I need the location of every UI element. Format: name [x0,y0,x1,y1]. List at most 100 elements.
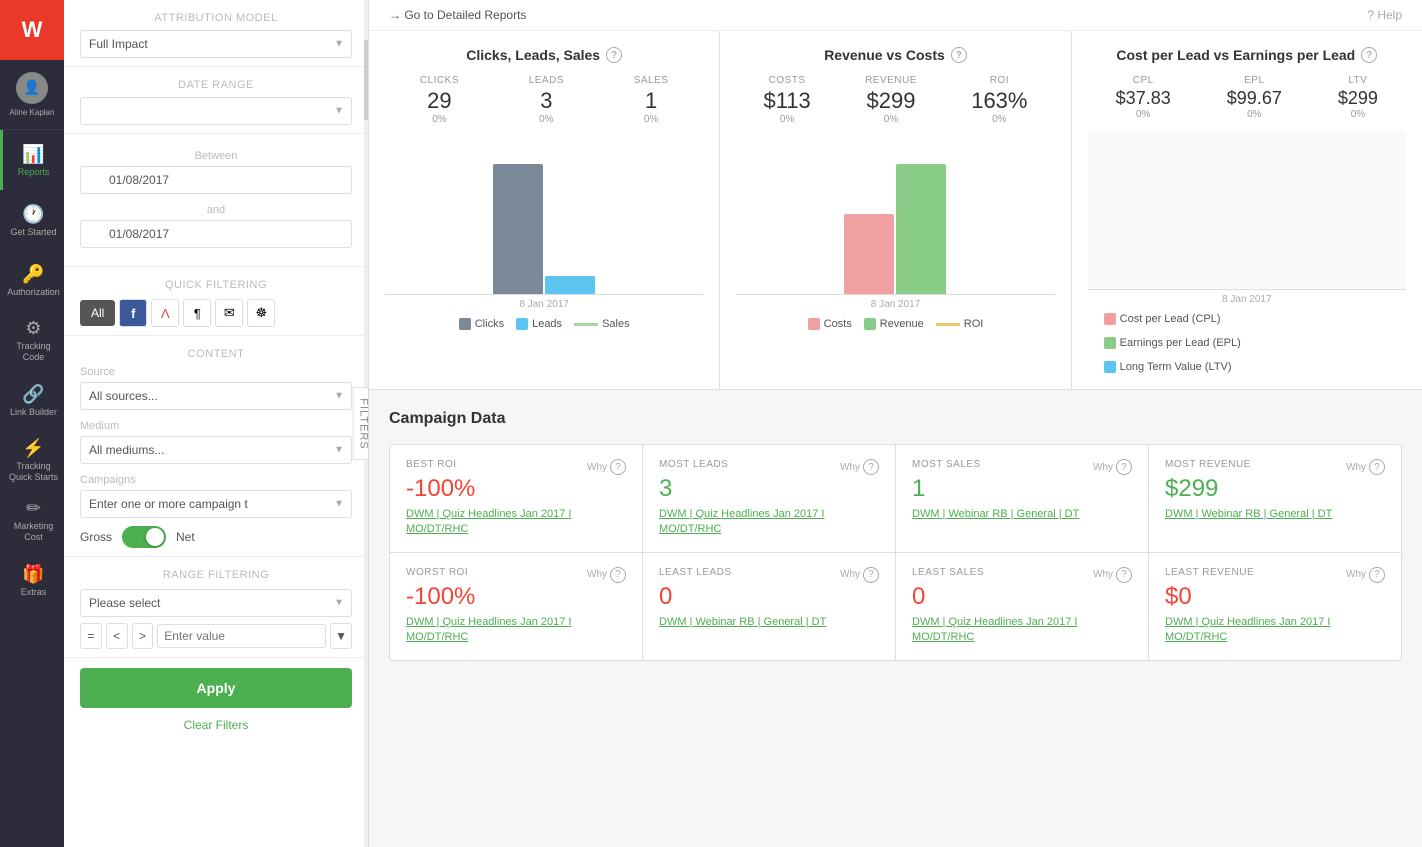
sales-value: 1 [634,88,669,114]
nav-item-link-builder[interactable]: 🔗 Link Builder [0,370,64,430]
source-select-wrapper: All sources... ▼ [80,382,352,410]
stat-clicks: CLICKS 29 0% [420,75,459,125]
least-leads-header: LEAST LEADS Why ? [659,567,879,583]
campaigns-select-wrapper: Enter one or more campaign t ▼ [80,490,352,518]
range-filter-label: RANGE FILTERING [80,569,352,581]
apply-button[interactable]: Apply [80,668,352,708]
most-leads-label: MOST LEADS [659,459,728,470]
nav-avatar[interactable]: 👤 Aline Kaplan [0,60,64,130]
attribution-select[interactable]: Full Impact [80,30,352,58]
date-range-label: Date Range [80,79,352,91]
medium-select-wrapper: All mediums... ▼ [80,436,352,464]
most-sales-sub[interactable]: DWM | Webinar RB | General | DT [912,507,1132,522]
most-leads-why[interactable]: Why ? [840,459,879,475]
go-detailed-link[interactable]: → Go to Detailed Reports [389,8,526,22]
sidebar-collapse-button[interactable]: ◀ [368,410,369,438]
chart3-info-icon[interactable]: ? [1361,47,1377,63]
filter-other2-button[interactable]: ☸ [247,299,275,327]
costs-label: COSTS [763,75,810,86]
least-revenue-why[interactable]: Why ? [1346,567,1385,583]
range-eq-button[interactable]: = [80,623,102,649]
source-select[interactable]: All sources... [80,382,352,410]
date-range-select[interactable] [80,97,352,125]
nav-item-extras[interactable]: 🎁 Extras [0,550,64,610]
range-lt-button[interactable]: < [106,623,128,649]
content-section: CONTENT Source All sources... ▼ Medium A… [64,336,368,557]
date-from-input[interactable] [80,166,352,194]
source-label: Source [80,366,352,378]
least-sales-label: LEAST SALES [912,567,984,578]
worst-roi-sub[interactable]: DWM | Quiz Headlines Jan 2017 I MO/DT/RH… [406,615,626,646]
best-roi-why[interactable]: Why ? [587,459,626,475]
most-revenue-value: $299 [1165,475,1385,503]
best-roi-header: BEST ROI Why ? [406,459,626,475]
best-roi-sub[interactable]: DWM | Quiz Headlines Jan 2017 I MO/DT/RH… [406,507,626,538]
medium-select[interactable]: All mediums... [80,436,352,464]
most-sales-why[interactable]: Why ? [1093,459,1132,475]
most-revenue-why-icon[interactable]: ? [1369,459,1385,475]
worst-roi-why-icon[interactable]: ? [610,567,626,583]
least-sales-why-icon[interactable]: ? [1116,567,1132,583]
gross-net-toggle[interactable] [122,526,166,548]
chart1-bars [389,135,699,294]
clicks-label: CLICKS [420,75,459,86]
filter-all-button[interactable]: All [80,300,115,326]
toggle-knob [146,528,164,546]
nav-item-authorization[interactable]: 🔑 Authorization [0,250,64,310]
least-leads-why-icon[interactable]: ? [863,567,879,583]
range-gt-button[interactable]: > [132,623,154,649]
clear-filters-button[interactable]: Clear Filters [64,712,368,738]
least-leads-sub[interactable]: DWM | Webinar RB | General | DT [659,615,879,630]
nav-item-tracking-code[interactable]: ⚙ Tracking Code [0,310,64,370]
least-sales-cell: LEAST SALES Why ? 0 DWM | Quiz Headlines… [896,553,1148,660]
user-name: Aline Kaplan [10,108,55,118]
ltv-value: $299 [1338,88,1378,109]
filter-adwords-button[interactable]: Λ [151,299,179,327]
nav-item-get-started[interactable]: 🕐 Get Started [0,190,64,250]
nav-item-reports[interactable]: 📊 Reports [0,130,64,190]
legend-revenue: Revenue [864,318,924,330]
least-revenue-sub[interactable]: DWM | Quiz Headlines Jan 2017 I MO/DT/RH… [1165,615,1385,646]
filter-facebook-button[interactable]: f [119,299,147,327]
date-from-wrapper: 📅 [80,166,352,198]
nav-item-tracking-quick-starts[interactable]: ⚡ Tracking Quick Starts [0,430,64,490]
chart2-info-icon[interactable]: ? [951,47,967,63]
least-leads-why[interactable]: Why ? [840,567,879,583]
worst-roi-why[interactable]: Why ? [587,567,626,583]
least-sales-why[interactable]: Why ? [1093,567,1132,583]
most-revenue-sub[interactable]: DWM | Webinar RB | General | DT [1165,507,1385,522]
date-to-input[interactable] [80,220,352,248]
help-button[interactable]: ? Help [1367,8,1402,22]
most-sales-why-icon[interactable]: ? [1116,459,1132,475]
costs-value: $113 [763,88,810,114]
least-sales-sub[interactable]: DWM | Quiz Headlines Jan 2017 I MO/DT/RH… [912,615,1132,646]
legend-roi: ROI [936,318,984,330]
range-value-input[interactable] [157,624,326,648]
least-revenue-why-icon[interactable]: ? [1369,567,1385,583]
gross-label: Gross [80,530,112,544]
range-select[interactable]: Please select [80,589,352,617]
chart2-legend: Costs Revenue ROI [736,318,1054,330]
nav-item-marketing-cost[interactable]: ✏ Marketing Cost [0,490,64,550]
leads-change: 0% [529,114,564,125]
campaign-title: Campaign Data [389,410,1402,428]
range-ops-row: = < > ▼ [80,623,352,649]
best-roi-why-icon[interactable]: ? [610,459,626,475]
chart2-bars [740,135,1050,294]
filters-tab[interactable]: FILTERS [352,387,369,460]
most-leads-why-icon[interactable]: ? [863,459,879,475]
best-roi-label: BEST ROI [406,459,457,470]
most-leads-sub[interactable]: DWM | Quiz Headlines Jan 2017 I MO/DT/RH… [659,507,879,538]
legend-leads: Leads [516,318,562,330]
range-extra-button[interactable]: ▼ [330,623,352,649]
filter-other1-button[interactable]: ¶ [183,299,211,327]
reports-icon: 📊 [22,144,44,165]
stat-revenue: REVENUE $299 0% [865,75,917,125]
chart1-info-icon[interactable]: ? [606,47,622,63]
legend-sales: Sales [574,318,630,330]
worst-roi-cell: WORST ROI Why ? -100% DWM | Quiz Headlin… [390,553,642,660]
most-revenue-why[interactable]: Why ? [1346,459,1385,475]
nav-item-tracking-code-label: Tracking Code [5,341,62,363]
campaigns-select[interactable]: Enter one or more campaign t [80,490,352,518]
filter-email-button[interactable]: ✉ [215,299,243,327]
